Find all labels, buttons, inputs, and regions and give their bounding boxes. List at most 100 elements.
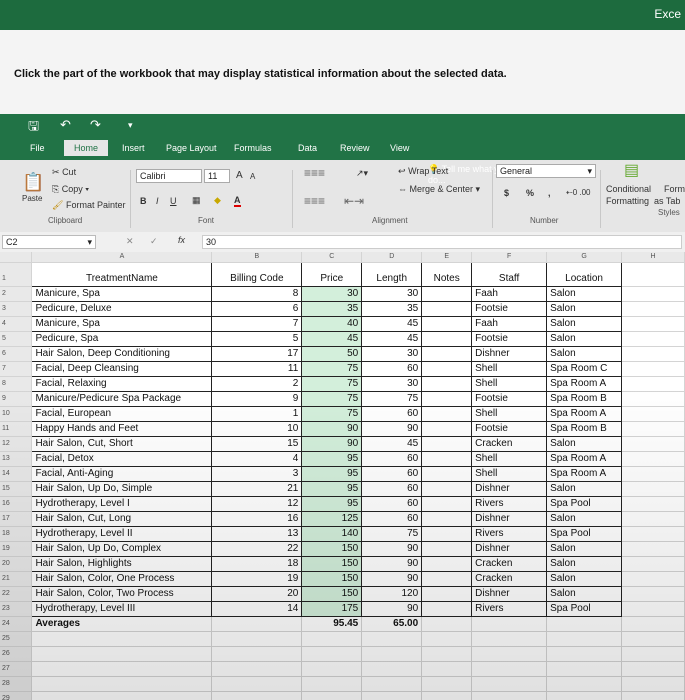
treatment-cell[interactable]: Pedicure, Deluxe bbox=[31, 301, 213, 317]
notes-cell[interactable] bbox=[421, 376, 473, 392]
cell[interactable] bbox=[211, 676, 303, 692]
price-cell[interactable]: 35 bbox=[301, 301, 363, 317]
length-cell[interactable]: 30 bbox=[361, 346, 423, 362]
treatment-cell[interactable]: Hydrotherapy, Level II bbox=[31, 526, 213, 542]
tab-view[interactable]: View bbox=[390, 143, 409, 153]
staff-cell[interactable]: Footsie bbox=[471, 301, 548, 317]
staff-cell[interactable]: Dishner bbox=[471, 511, 548, 527]
cell[interactable] bbox=[621, 301, 685, 317]
cell[interactable] bbox=[621, 391, 685, 407]
format-as-table-label-2[interactable]: as Tab bbox=[654, 196, 680, 206]
notes-cell[interactable] bbox=[421, 286, 473, 302]
cell[interactable] bbox=[621, 676, 685, 692]
price-cell[interactable]: 95 bbox=[301, 481, 363, 497]
tab-data[interactable]: Data bbox=[298, 143, 317, 153]
staff-cell[interactable]: Shell bbox=[471, 376, 548, 392]
price-cell[interactable]: 95 bbox=[301, 496, 363, 512]
treatment-cell[interactable]: Pedicure, Spa bbox=[31, 331, 213, 347]
price-cell[interactable]: 75 bbox=[301, 361, 363, 377]
price-cell[interactable]: 45 bbox=[301, 331, 363, 347]
billing-code-cell[interactable]: 2 bbox=[211, 376, 303, 392]
billing-code-cell[interactable]: 17 bbox=[211, 346, 303, 362]
billing-code-cell[interactable]: 8 bbox=[211, 286, 303, 302]
cell[interactable] bbox=[546, 646, 623, 662]
billing-code-cell[interactable]: 18 bbox=[211, 556, 303, 572]
cell[interactable] bbox=[621, 556, 685, 572]
row-header[interactable]: 28 bbox=[0, 676, 33, 692]
notes-cell[interactable] bbox=[421, 391, 473, 407]
header-cell-location[interactable]: Location bbox=[546, 262, 623, 287]
treatment-cell[interactable]: Happy Hands and Feet bbox=[31, 421, 213, 437]
location-cell[interactable]: Salon bbox=[546, 346, 623, 362]
shrink-font-button[interactable]: A bbox=[250, 172, 255, 181]
row-header[interactable]: 23 bbox=[0, 601, 33, 617]
column-header-b[interactable]: B bbox=[211, 252, 303, 263]
billing-code-cell[interactable]: 11 bbox=[211, 361, 303, 377]
length-cell[interactable]: 60 bbox=[361, 511, 423, 527]
tab-insert[interactable]: Insert bbox=[122, 143, 145, 153]
cell[interactable] bbox=[211, 631, 303, 647]
average-length-cell[interactable]: 65.00 bbox=[361, 616, 423, 632]
align-top-icon[interactable]: ≡≡≡ bbox=[304, 166, 325, 180]
cell[interactable] bbox=[621, 376, 685, 392]
notes-cell[interactable] bbox=[421, 526, 473, 542]
cell[interactable] bbox=[621, 481, 685, 497]
indent-icon[interactable]: ⇤⇥ bbox=[344, 194, 364, 208]
location-cell[interactable]: Spa Room C bbox=[546, 361, 623, 377]
column-header-h[interactable]: H bbox=[621, 252, 685, 263]
column-header-a[interactable]: A bbox=[31, 252, 213, 263]
cell[interactable] bbox=[471, 676, 548, 692]
header-cell-price[interactable]: Price bbox=[301, 262, 363, 287]
cell[interactable] bbox=[546, 631, 623, 647]
staff-cell[interactable]: Cracken bbox=[471, 571, 548, 587]
tab-file[interactable]: File bbox=[30, 143, 45, 153]
formula-input[interactable]: 30 bbox=[202, 235, 682, 249]
conditional-formatting-label-1[interactable]: Conditional bbox=[606, 184, 651, 194]
header-cell-treatment[interactable]: TreatmentName bbox=[31, 262, 213, 287]
cell[interactable] bbox=[546, 616, 623, 632]
align-left-icon[interactable]: ≡≡≡ bbox=[304, 194, 325, 208]
billing-code-cell[interactable]: 16 bbox=[211, 511, 303, 527]
cell[interactable] bbox=[361, 661, 423, 677]
notes-cell[interactable] bbox=[421, 466, 473, 482]
location-cell[interactable]: Salon bbox=[546, 541, 623, 557]
average-price-cell[interactable]: 95.45 bbox=[301, 616, 363, 632]
cell[interactable] bbox=[621, 526, 685, 542]
treatment-cell[interactable]: Manicure, Spa bbox=[31, 286, 213, 302]
percent-button[interactable]: % bbox=[526, 188, 534, 198]
row-header[interactable]: 18 bbox=[0, 526, 33, 542]
cell[interactable] bbox=[31, 661, 213, 677]
row-header[interactable]: 16 bbox=[0, 496, 33, 512]
treatment-cell[interactable]: Hydrotherapy, Level I bbox=[31, 496, 213, 512]
price-cell[interactable]: 150 bbox=[301, 586, 363, 602]
cell[interactable] bbox=[546, 691, 623, 700]
cell[interactable] bbox=[211, 646, 303, 662]
notes-cell[interactable] bbox=[421, 331, 473, 347]
row-header[interactable]: 4 bbox=[0, 316, 33, 332]
location-cell[interactable]: Spa Room A bbox=[546, 406, 623, 422]
length-cell[interactable]: 60 bbox=[361, 466, 423, 482]
notes-cell[interactable] bbox=[421, 346, 473, 362]
cell[interactable] bbox=[211, 691, 303, 700]
staff-cell[interactable]: Rivers bbox=[471, 526, 548, 542]
notes-cell[interactable] bbox=[421, 496, 473, 512]
length-cell[interactable]: 60 bbox=[361, 406, 423, 422]
cancel-icon[interactable]: ✕ bbox=[126, 236, 134, 247]
cell[interactable] bbox=[301, 631, 363, 647]
price-cell[interactable]: 75 bbox=[301, 391, 363, 407]
cell[interactable] bbox=[361, 631, 423, 647]
length-cell[interactable]: 120 bbox=[361, 586, 423, 602]
bold-button[interactable]: B bbox=[140, 196, 147, 206]
cell[interactable] bbox=[421, 691, 473, 700]
column-header-f[interactable]: F bbox=[471, 252, 548, 263]
cell[interactable] bbox=[301, 646, 363, 662]
cell[interactable] bbox=[421, 661, 473, 677]
location-cell[interactable]: Salon bbox=[546, 481, 623, 497]
billing-code-cell[interactable]: 7 bbox=[211, 316, 303, 332]
treatment-cell[interactable]: Facial, European bbox=[31, 406, 213, 422]
comma-button[interactable]: , bbox=[548, 188, 551, 198]
length-cell[interactable]: 45 bbox=[361, 316, 423, 332]
cell[interactable] bbox=[301, 691, 363, 700]
paste-icon[interactable]: 📋 bbox=[22, 172, 44, 193]
insert-function-button[interactable]: fx bbox=[178, 235, 185, 245]
